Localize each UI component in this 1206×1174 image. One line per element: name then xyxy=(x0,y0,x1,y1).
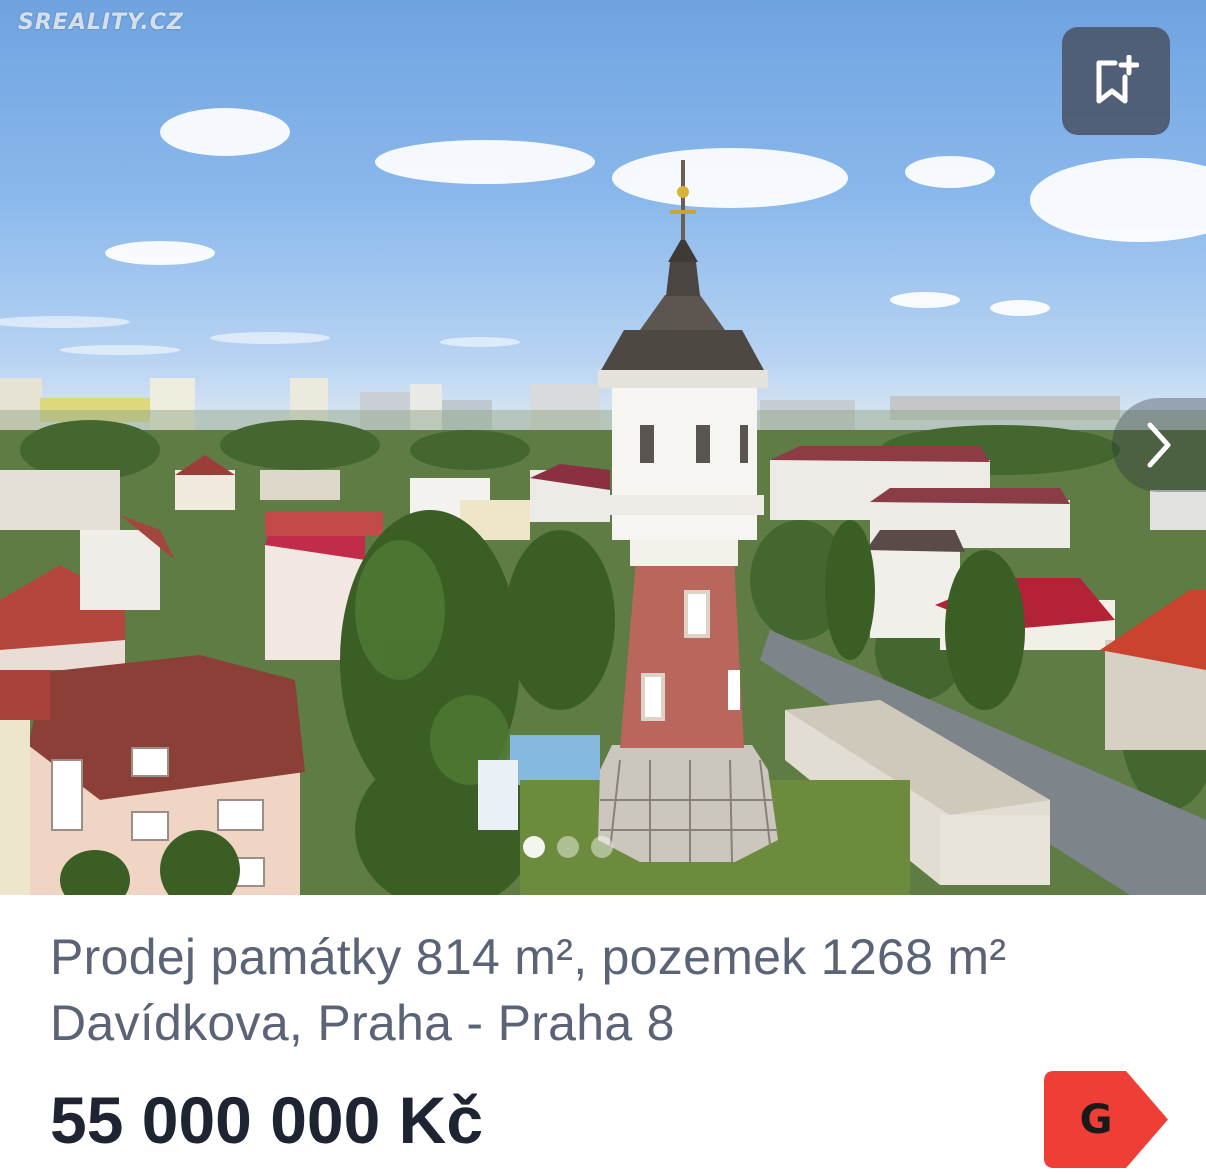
listing-price: 55 000 000 Kč xyxy=(50,1083,484,1157)
chevron-right-icon xyxy=(1147,422,1171,468)
listing-location: Davídkova, Praha - Praha 8 xyxy=(50,995,675,1051)
photo-dot-3[interactable] xyxy=(591,836,613,858)
sreality-watermark: SREALITY.CZ xyxy=(18,10,184,35)
photo-pagination-dots xyxy=(523,836,613,858)
next-photo-button[interactable] xyxy=(1112,398,1206,492)
photo-dot-2[interactable] xyxy=(557,836,579,858)
water-tower xyxy=(598,160,778,863)
aerial-photo-water-tower xyxy=(0,108,1206,895)
listing-photo[interactable]: SREALITY.CZ xyxy=(0,0,1206,895)
photo-dot-1[interactable] xyxy=(523,836,545,858)
bookmark-plus-icon xyxy=(1096,55,1139,104)
energy-class-badge: G xyxy=(1044,1071,1170,1168)
listing-title-block[interactable]: Prodej památky 814 m², pozemek 1268 m² D… xyxy=(50,924,1006,1056)
save-listing-button[interactable] xyxy=(1062,27,1170,135)
listing-title[interactable]: Prodej památky 814 m², pozemek 1268 m² xyxy=(50,924,1006,990)
listing-card[interactable]: SREALITY.CZ Prodej památky 814 m², pozem… xyxy=(0,0,1206,1174)
energy-class-label: G xyxy=(1079,1096,1113,1143)
